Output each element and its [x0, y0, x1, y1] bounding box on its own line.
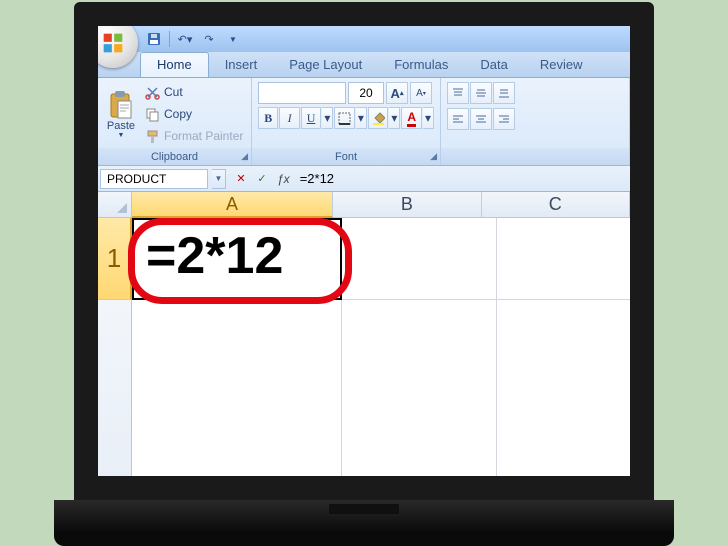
- font-launcher[interactable]: ◢: [430, 151, 437, 162]
- scissors-icon: [145, 85, 160, 100]
- qat-customize[interactable]: ▼: [222, 29, 244, 49]
- underline-dropdown[interactable]: ▾: [322, 107, 333, 129]
- cut-label: Cut: [164, 85, 183, 99]
- grow-font-button[interactable]: A▴: [386, 82, 408, 104]
- paste-button[interactable]: Paste ▼: [102, 80, 140, 148]
- shrink-font-button[interactable]: A▾: [410, 82, 432, 104]
- name-box-dropdown[interactable]: ▼: [212, 169, 226, 189]
- formula-enter-button[interactable]: ✓: [253, 170, 271, 188]
- copy-label: Copy: [164, 107, 192, 121]
- cell-b2[interactable]: [342, 300, 497, 476]
- fill-dropdown[interactable]: ▾: [389, 107, 400, 129]
- clipboard-group-label: Clipboard◢: [98, 148, 251, 165]
- column-headers: A B C: [132, 192, 630, 218]
- font-size-select[interactable]: [348, 82, 384, 104]
- alignment-group-label: [441, 148, 629, 165]
- group-alignment: [441, 78, 630, 165]
- font-group-label: Font◢: [252, 148, 440, 165]
- bold-button[interactable]: B: [258, 107, 278, 129]
- cell-c1[interactable]: [497, 218, 630, 300]
- laptop-base: [54, 500, 674, 546]
- align-center-icon: [475, 113, 487, 125]
- formula-cancel-button[interactable]: ✕: [232, 170, 250, 188]
- check-icon: ✓: [257, 172, 266, 185]
- font-color-button[interactable]: A: [401, 107, 421, 129]
- select-all-corner[interactable]: [98, 192, 132, 218]
- redo-button[interactable]: ↷: [198, 29, 220, 49]
- fx-icon[interactable]: ƒx: [277, 172, 290, 186]
- formula-bar-row: ▼ ✕ ✓ ƒx: [98, 166, 630, 192]
- tab-home[interactable]: Home: [140, 52, 209, 77]
- tab-review[interactable]: Review: [524, 53, 599, 77]
- group-clipboard: Paste ▼ Cut Copy Format Painter Clipboar…: [98, 78, 252, 165]
- align-right-button[interactable]: [493, 108, 515, 130]
- cell-a1[interactable]: =2*12: [132, 218, 342, 300]
- cell-b1[interactable]: [342, 218, 497, 300]
- align-bottom-icon: [498, 87, 510, 99]
- col-header-c[interactable]: C: [482, 192, 630, 218]
- cell-c2[interactable]: [497, 300, 630, 476]
- cell-a2[interactable]: [132, 300, 342, 476]
- bucket-icon: [372, 112, 385, 125]
- save-button[interactable]: [143, 29, 165, 49]
- align-right-icon: [498, 113, 510, 125]
- formula-bar-input[interactable]: [298, 169, 628, 189]
- laptop-frame: ↶▾ ↷ ▼ Home Insert Page Layout Formulas …: [74, 2, 654, 546]
- italic-button[interactable]: I: [279, 107, 299, 129]
- col-header-b[interactable]: B: [333, 192, 481, 218]
- col-header-a[interactable]: A: [132, 192, 333, 218]
- row-headers: 1: [98, 218, 132, 476]
- name-box[interactable]: [100, 169, 208, 189]
- border-icon: [338, 112, 351, 125]
- border-dropdown[interactable]: ▾: [356, 107, 367, 129]
- align-top-button[interactable]: [447, 82, 469, 104]
- align-middle-icon: [475, 87, 487, 99]
- quick-access-toolbar: ↶▾ ↷ ▼: [98, 26, 630, 52]
- border-button[interactable]: [334, 107, 354, 129]
- font-color-dropdown[interactable]: ▾: [423, 107, 434, 129]
- font-name-select[interactable]: [258, 82, 346, 104]
- paste-arrow-icon: ▼: [118, 132, 125, 139]
- screen-bezel: ↶▾ ↷ ▼ Home Insert Page Layout Formulas …: [74, 2, 654, 500]
- group-font: A▴ A▾ B I U ▾ ▾ ▾ A ▾ Font◢: [252, 78, 441, 165]
- copy-button[interactable]: Copy: [142, 104, 246, 124]
- tab-insert[interactable]: Insert: [209, 53, 274, 77]
- align-left-button[interactable]: [447, 108, 469, 130]
- x-icon: ✕: [236, 172, 245, 185]
- office-logo-icon: [99, 29, 127, 57]
- tab-page-layout[interactable]: Page Layout: [273, 53, 378, 77]
- brush-icon: [145, 129, 160, 144]
- align-middle-button[interactable]: [470, 82, 492, 104]
- format-painter-label: Format Painter: [164, 129, 243, 143]
- format-painter-button[interactable]: Format Painter: [142, 126, 246, 146]
- undo-icon: ↶: [178, 33, 187, 46]
- ribbon: Paste ▼ Cut Copy Format Painter Clipboar…: [98, 78, 630, 166]
- clipboard-launcher[interactable]: ◢: [241, 151, 248, 162]
- tab-data[interactable]: Data: [464, 53, 523, 77]
- redo-icon: ↷: [204, 33, 213, 46]
- ribbon-tabs: Home Insert Page Layout Formulas Data Re…: [98, 52, 630, 78]
- worksheet-grid: A B C 1 =2*12: [98, 192, 630, 476]
- fill-color-button[interactable]: [368, 107, 388, 129]
- cells-area: =2*12: [132, 218, 630, 476]
- underline-button[interactable]: U: [301, 107, 321, 129]
- align-center-button[interactable]: [470, 108, 492, 130]
- cell-a1-content: =2*12: [134, 220, 340, 292]
- cut-button[interactable]: Cut: [142, 82, 246, 102]
- align-bottom-button[interactable]: [493, 82, 515, 104]
- row-header-1[interactable]: 1: [98, 218, 132, 300]
- align-top-icon: [452, 87, 464, 99]
- align-left-icon: [452, 113, 464, 125]
- tab-formulas[interactable]: Formulas: [378, 53, 464, 77]
- undo-button[interactable]: ↶▾: [174, 29, 196, 49]
- copy-icon: [145, 107, 160, 122]
- paste-label: Paste: [107, 120, 135, 132]
- screen: ↶▾ ↷ ▼ Home Insert Page Layout Formulas …: [98, 26, 630, 476]
- row-header-2[interactable]: [98, 300, 132, 476]
- save-icon: [147, 32, 161, 46]
- qat-divider: [169, 31, 170, 47]
- paste-icon: [108, 90, 134, 120]
